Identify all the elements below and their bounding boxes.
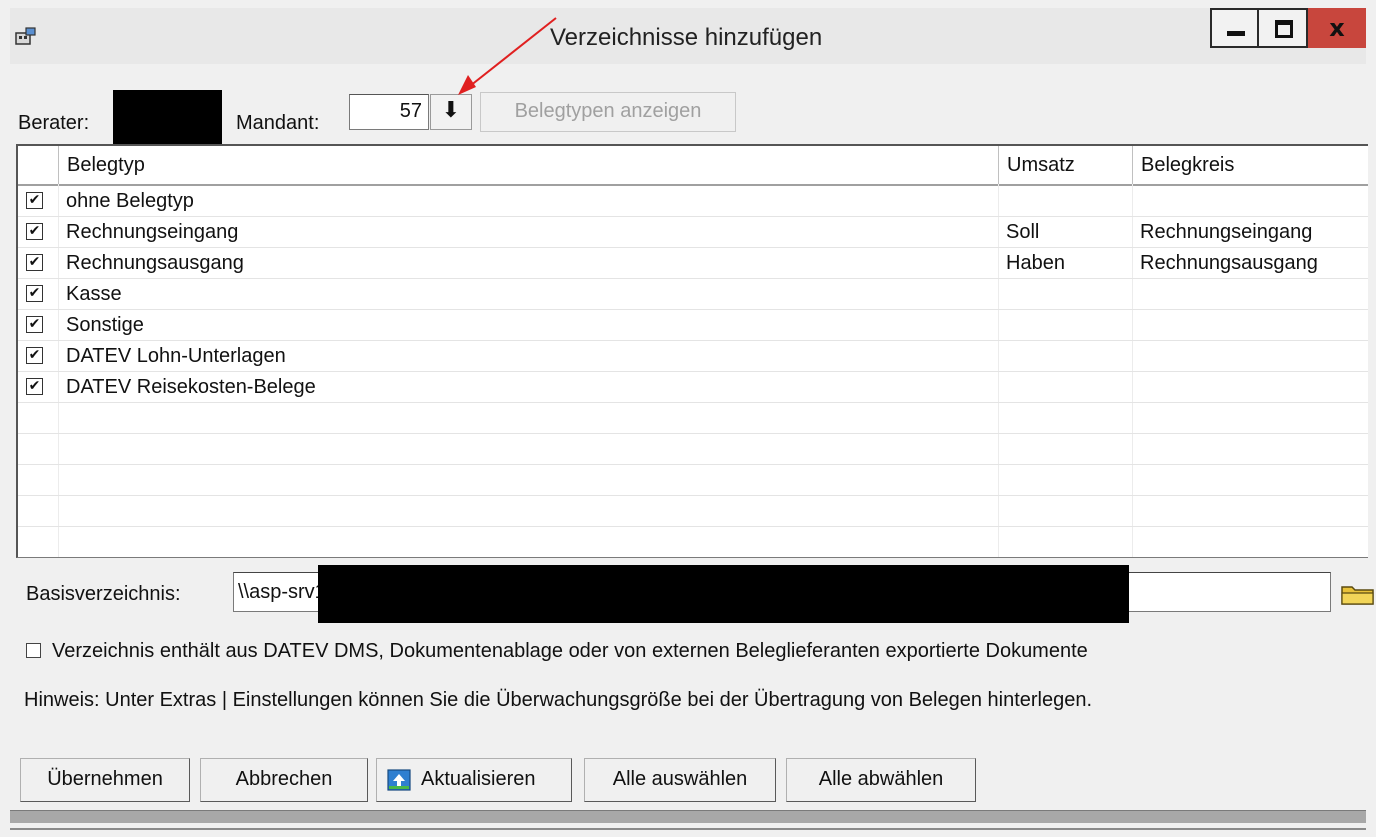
table-row[interactable]: ✔ DATEV Reisekosten-Belege [18, 372, 1368, 403]
apply-button[interactable]: Übernehmen [20, 758, 190, 802]
cell-belegkreis [1132, 279, 1368, 309]
cell-umsatz [998, 372, 1132, 402]
header-umsatz[interactable]: Umsatz [998, 146, 1132, 184]
cell-umsatz [998, 279, 1132, 309]
header-belegkreis[interactable]: Belegkreis [1132, 146, 1368, 184]
window-title: Verzeichnisse hinzufügen [550, 24, 823, 51]
cell-umsatz [998, 341, 1132, 371]
table-row[interactable]: ✔ Kasse [18, 279, 1368, 310]
table-row [18, 403, 1368, 434]
cell-umsatz: Haben [1006, 252, 1065, 274]
berater-label: Berater: [18, 112, 90, 134]
row-checkbox[interactable]: ✔ [26, 192, 43, 209]
window-bottom-edge [10, 828, 1366, 830]
header-checkbox-column [18, 146, 58, 184]
cell-belegtyp: Rechnungseingang [66, 221, 239, 243]
cell-umsatz [998, 310, 1132, 340]
cell-belegtyp: Rechnungsausgang [66, 252, 244, 274]
folder-browse-icon[interactable] [1340, 583, 1376, 605]
mandant-input[interactable]: 57 [349, 94, 429, 130]
dms-export-checkbox[interactable] [26, 643, 41, 658]
cell-belegtyp: DATEV Lohn-Unterlagen [66, 345, 286, 367]
row-checkbox[interactable]: ✔ [26, 223, 43, 240]
minimize-icon [1227, 31, 1245, 36]
minimize-button[interactable] [1210, 8, 1258, 48]
close-icon: x [1329, 14, 1345, 42]
table-row [18, 496, 1368, 527]
table-row[interactable]: ✔ DATEV Lohn-Unterlagen [18, 341, 1368, 372]
cell-belegkreis: Rechnungsausgang [1140, 252, 1318, 274]
show-document-types-button[interactable]: Belegtypen anzeigen [480, 92, 736, 132]
hint-text: Hinweis: Unter Extras | Einstellungen kö… [24, 689, 1093, 711]
cell-belegkreis [1132, 372, 1368, 402]
cell-belegtyp: DATEV Reisekosten-Belege [66, 376, 316, 398]
table-row[interactable]: ✔ ohne Belegtyp [18, 186, 1368, 217]
maximize-icon [1275, 20, 1293, 38]
row-checkbox[interactable]: ✔ [26, 347, 43, 364]
row-checkbox[interactable]: ✔ [26, 254, 43, 271]
cell-belegtyp: ohne Belegtyp [66, 190, 194, 212]
table-row [18, 434, 1368, 465]
table-row[interactable]: ✔ Sonstige [18, 310, 1368, 341]
system-menu-icon[interactable] [14, 26, 38, 46]
basis-label: Basisverzeichnis: [26, 583, 181, 605]
cancel-button[interactable]: Abbrechen [200, 758, 368, 802]
cell-umsatz: Soll [1006, 221, 1040, 243]
row-checkbox[interactable]: ✔ [26, 378, 43, 395]
maximize-button[interactable] [1258, 8, 1308, 48]
berater-redacted-field [113, 90, 222, 146]
select-all-button[interactable]: Alle auswählen [584, 758, 776, 802]
table-row [18, 527, 1368, 557]
cell-belegtyp: Kasse [66, 283, 122, 305]
mandant-dropdown-button[interactable]: ⬇ [430, 94, 472, 130]
table-row [18, 465, 1368, 496]
row-checkbox[interactable]: ✔ [26, 316, 43, 333]
cell-belegkreis [1132, 341, 1368, 371]
download-arrow-icon: ⬇ [441, 98, 461, 123]
row-checkbox[interactable]: ✔ [26, 285, 43, 302]
close-button[interactable]: x [1308, 8, 1366, 48]
status-strip [10, 810, 1366, 823]
path-redacted [318, 565, 1129, 623]
cell-belegkreis: Rechnungseingang [1140, 221, 1313, 243]
refresh-button[interactable]: Aktualisieren [376, 758, 572, 802]
refresh-icon [387, 769, 411, 791]
deselect-all-button[interactable]: Alle abwählen [786, 758, 976, 802]
cell-umsatz [998, 186, 1132, 216]
title-bar: Verzeichnisse hinzufügen x [10, 8, 1366, 64]
cell-belegkreis [1132, 186, 1368, 216]
dms-export-label: Verzeichnis enthält aus DATEV DMS, Dokum… [52, 640, 1088, 662]
table-row[interactable]: ✔ Rechnungsausgang Haben Rechnungsausgang [18, 248, 1368, 279]
cell-belegkreis [1132, 310, 1368, 340]
grid-header: Belegtyp Umsatz Belegkreis [18, 146, 1368, 186]
cell-belegtyp: Sonstige [66, 314, 144, 336]
mandant-label: Mandant: [236, 112, 320, 134]
table-row[interactable]: ✔ Rechnungseingang Soll Rechnungseingang [18, 217, 1368, 248]
header-belegtyp[interactable]: Belegtyp [58, 146, 998, 184]
refresh-button-label: Aktualisieren [421, 768, 536, 790]
document-type-grid: Belegtyp Umsatz Belegkreis ✔ ohne Belegty… [16, 144, 1368, 558]
